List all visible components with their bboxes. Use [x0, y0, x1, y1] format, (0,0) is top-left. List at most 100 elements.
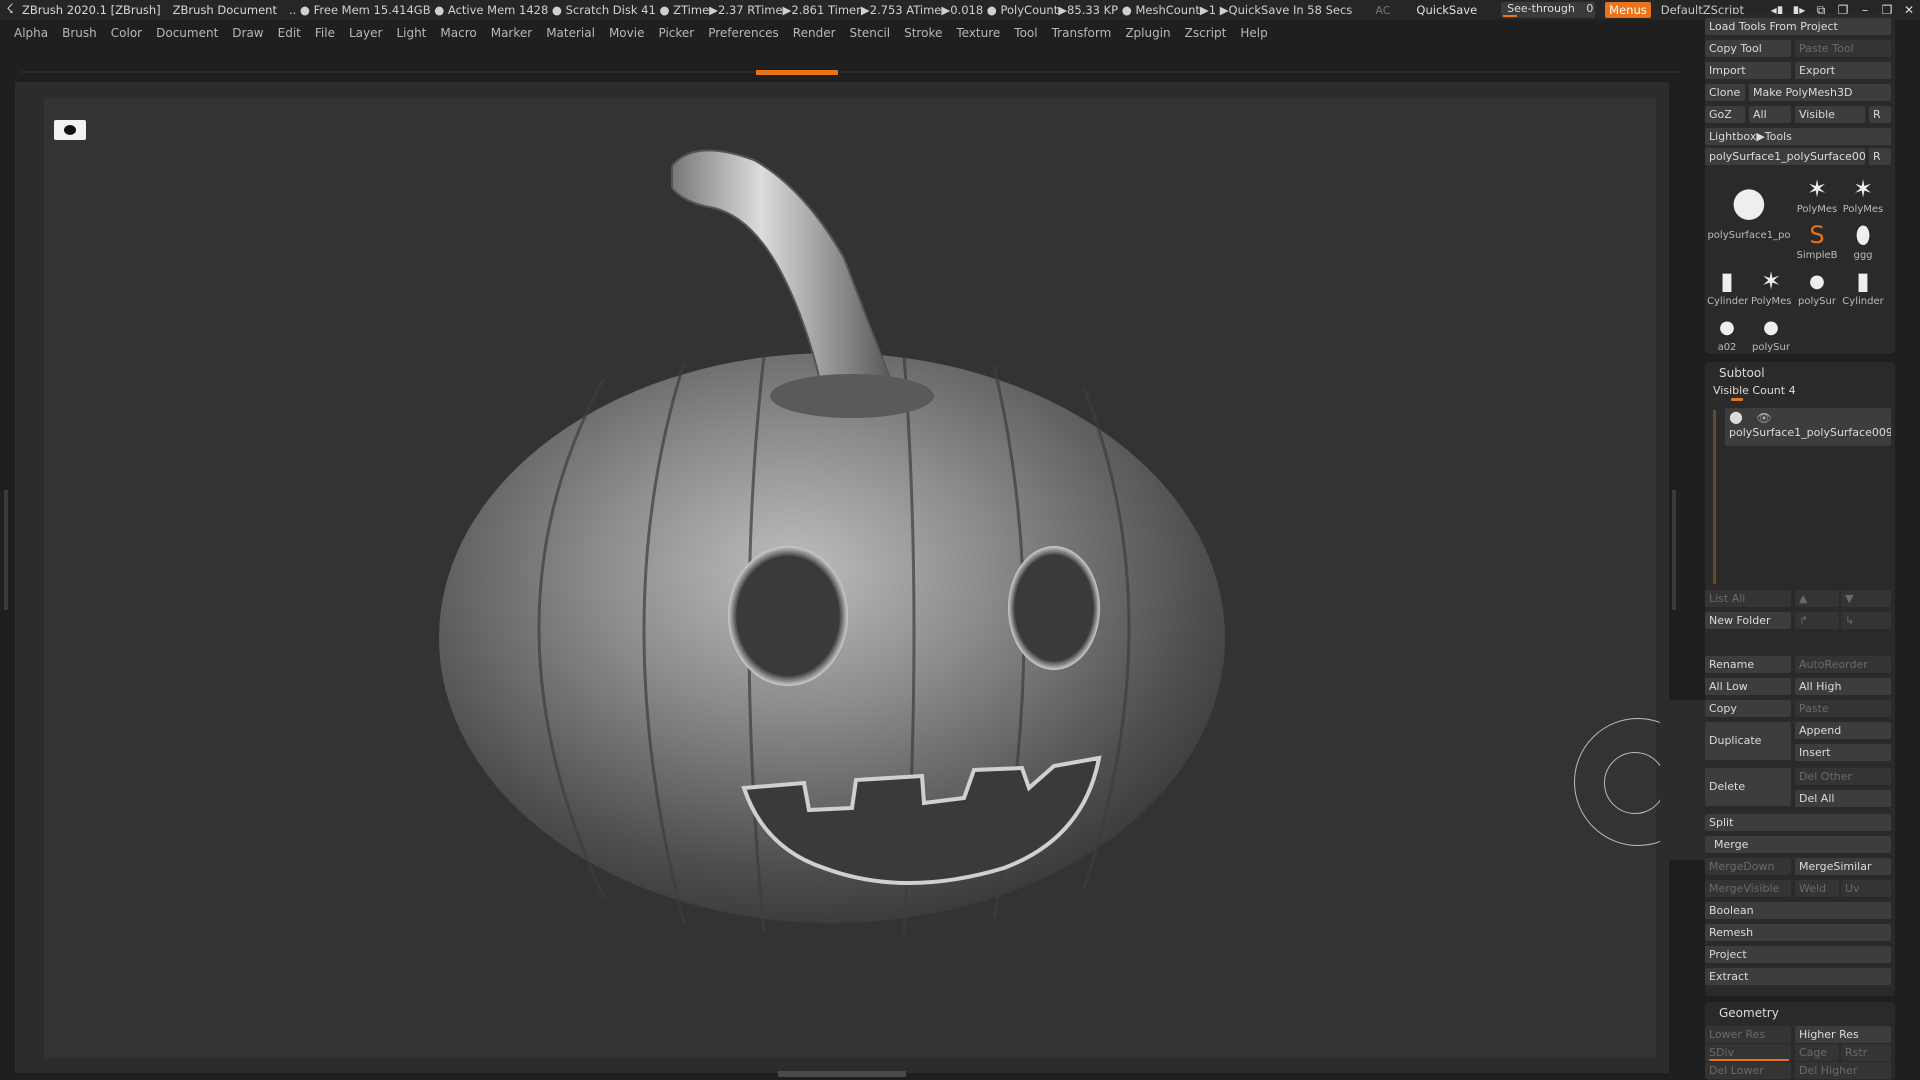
folder-up-icon[interactable]: ↱	[1795, 612, 1839, 629]
export-button[interactable]: Export	[1795, 62, 1891, 79]
menu-layer[interactable]: Layer	[349, 26, 382, 40]
menus-toggle-button[interactable]: Menus	[1605, 2, 1651, 18]
merge-visible-button[interactable]: MergeVisible	[1705, 880, 1791, 897]
menu-stroke[interactable]: Stroke	[904, 26, 942, 40]
menu-light[interactable]: Light	[396, 26, 426, 40]
subtool-eye-icon[interactable]: 👁	[1757, 411, 1772, 425]
load-tools-button[interactable]: Load Tools From Project	[1705, 18, 1891, 35]
paste-subtool-button[interactable]: Paste	[1795, 700, 1891, 717]
menu-movie[interactable]: Movie	[609, 26, 645, 40]
goz-visible-button[interactable]: Visible	[1795, 106, 1865, 123]
del-lower-button[interactable]: Del Lower	[1705, 1062, 1791, 1079]
tool-thumb-polymesh-1[interactable]: ✶ PolyMes	[1795, 174, 1839, 215]
tool-thumb-cylinder-2[interactable]: ▮ Cylinder	[1841, 266, 1885, 307]
right-tray-handle[interactable]	[1672, 490, 1676, 610]
current-tool-slider[interactable]: polySurface1_polySurface009	[1705, 148, 1865, 165]
menu-zplugin[interactable]: Zplugin	[1125, 26, 1170, 40]
quicksave-button[interactable]: QuickSave	[1416, 3, 1477, 17]
menu-marker[interactable]: Marker	[491, 26, 532, 40]
geometry-title[interactable]: Geometry	[1719, 1006, 1779, 1020]
lightbox-tools-button[interactable]: Lightbox▶Tools	[1705, 128, 1891, 145]
cage-button[interactable]: Cage	[1795, 1044, 1839, 1061]
all-high-button[interactable]: All High	[1795, 678, 1891, 695]
insert-button[interactable]: Insert	[1795, 744, 1891, 761]
goz-button[interactable]: GoZ	[1705, 106, 1745, 123]
higher-res-button[interactable]: Higher Res	[1795, 1026, 1891, 1043]
menu-edit[interactable]: Edit	[278, 26, 301, 40]
split-button[interactable]: Split	[1705, 814, 1891, 831]
tool-thumb-polymesh-2[interactable]: ✶ PolyMes	[1841, 174, 1885, 215]
left-tray-handle[interactable]	[4, 490, 8, 610]
delete-button[interactable]: Delete	[1705, 768, 1791, 806]
rstr-button[interactable]: Rstr	[1841, 1044, 1891, 1061]
menu-texture[interactable]: Texture	[956, 26, 1000, 40]
boolean-button[interactable]: Boolean	[1705, 902, 1891, 919]
menu-material[interactable]: Material	[546, 26, 595, 40]
merge-button[interactable]: Merge	[1705, 836, 1891, 853]
menu-draw[interactable]: Draw	[232, 26, 263, 40]
lower-res-button[interactable]: Lower Res	[1705, 1026, 1791, 1043]
make-polymesh-button[interactable]: Make PolyMesh3D	[1749, 84, 1891, 101]
duplicate-button[interactable]: Duplicate	[1705, 722, 1791, 760]
tool-thumb-a02[interactable]: ● a02	[1707, 312, 1747, 354]
merge-down-button[interactable]: MergeDown	[1705, 858, 1791, 875]
copy-subtool-button[interactable]: Copy	[1705, 700, 1791, 717]
menu-preferences[interactable]: Preferences	[708, 26, 779, 40]
move-up-icon[interactable]: ▲	[1795, 590, 1839, 607]
goz-all-button[interactable]: All	[1749, 106, 1791, 123]
import-button[interactable]: Import	[1705, 62, 1791, 79]
remesh-button[interactable]: Remesh	[1705, 924, 1891, 941]
subtool-scrollbar[interactable]	[1713, 410, 1716, 584]
project-button[interactable]: Project	[1705, 946, 1891, 963]
del-higher-button[interactable]: Del Higher	[1795, 1062, 1891, 1079]
menu-render[interactable]: Render	[793, 26, 836, 40]
del-other-button[interactable]: Del Other	[1795, 768, 1891, 785]
tool-thumb-ggg[interactable]: ⬮ ggg	[1841, 220, 1885, 261]
menu-help[interactable]: Help	[1240, 26, 1267, 40]
menu-macro[interactable]: Macro	[440, 26, 476, 40]
menu-transform[interactable]: Transform	[1052, 26, 1112, 40]
clone-button[interactable]: Clone	[1705, 84, 1745, 101]
close-icon[interactable]: ✕	[1898, 3, 1920, 17]
subtool-title[interactable]: Subtool	[1719, 366, 1765, 380]
tool-thumb-cylinder-1[interactable]: ▮ Cylinder	[1707, 266, 1748, 307]
tool-thumb-pumpkin[interactable]: ● polySurface1_po	[1707, 174, 1791, 241]
bottom-tray-handle[interactable]	[778, 1071, 906, 1077]
subtool-item[interactable]: ● 👁 polySurface1_polySurface009	[1725, 408, 1891, 446]
tool-thumb-simplebrush[interactable]: S SimpleB	[1795, 220, 1839, 261]
menu-document[interactable]: Document	[156, 26, 218, 40]
weld-button[interactable]: Weld	[1795, 880, 1839, 897]
tool-thumb-polymesh-3[interactable]: ✶ PolyMes	[1751, 266, 1791, 307]
all-low-button[interactable]: All Low	[1705, 678, 1791, 695]
auto-reorder-button[interactable]: AutoReorder	[1795, 656, 1891, 673]
append-button[interactable]: Append	[1795, 722, 1891, 739]
menu-picker[interactable]: Picker	[658, 26, 694, 40]
paste-tool-button[interactable]: Paste Tool	[1795, 40, 1891, 57]
visible-count[interactable]: Visible Count 4	[1713, 384, 1796, 397]
camera-icon[interactable]	[54, 120, 86, 140]
current-tool-r-button[interactable]: R	[1869, 148, 1891, 165]
menu-zscript[interactable]: Zscript	[1185, 26, 1227, 40]
pumpkin-model[interactable]	[44, 98, 1656, 1058]
menu-brush[interactable]: Brush	[62, 26, 97, 40]
menu-stencil[interactable]: Stencil	[850, 26, 891, 40]
tool-thumb-polysurface-2[interactable]: ● polySur	[1751, 312, 1791, 354]
folder-down-icon[interactable]: ↳	[1841, 612, 1891, 629]
menu-file[interactable]: File	[315, 26, 335, 40]
rename-button[interactable]: Rename	[1705, 656, 1791, 673]
copy-tool-button[interactable]: Copy Tool	[1705, 40, 1791, 57]
rotate-gizmo-inner[interactable]	[1604, 752, 1666, 814]
tool-thumb-polysurface-1[interactable]: ● polySur	[1795, 266, 1839, 308]
del-all-button[interactable]: Del All	[1795, 790, 1891, 807]
menu-color[interactable]: Color	[111, 26, 142, 40]
menu-alpha[interactable]: Alpha	[14, 26, 48, 40]
new-folder-button[interactable]: New Folder	[1705, 612, 1791, 629]
merge-similar-button[interactable]: MergeSimilar	[1795, 858, 1891, 875]
see-through-slider[interactable]: See-through 0	[1501, 2, 1596, 18]
list-all-button[interactable]: List All	[1705, 590, 1791, 607]
goz-r-button[interactable]: R	[1869, 106, 1891, 123]
move-down-icon[interactable]: ▼	[1841, 590, 1891, 607]
menu-tool[interactable]: Tool	[1014, 26, 1037, 40]
extract-button[interactable]: Extract	[1705, 968, 1891, 985]
document-canvas[interactable]	[44, 98, 1656, 1058]
